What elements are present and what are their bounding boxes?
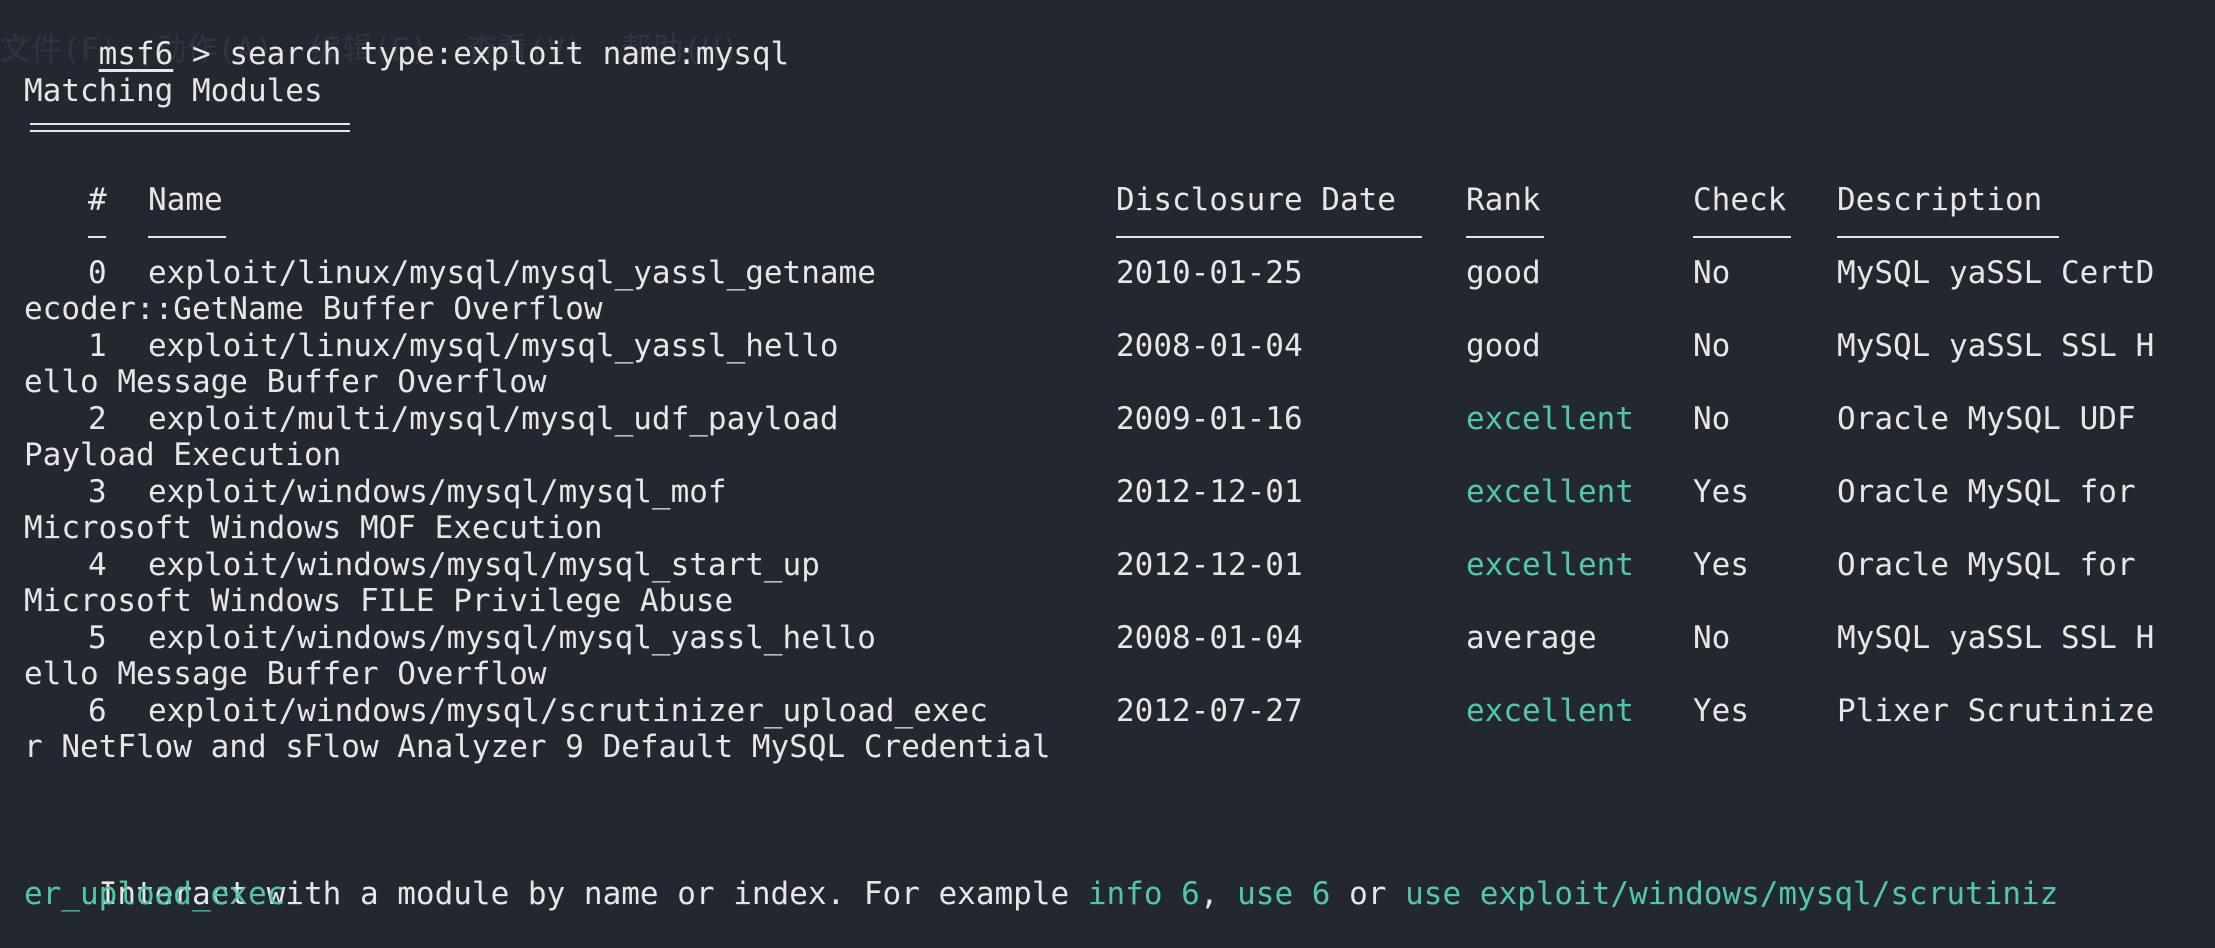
col-desc-underline — [1837, 236, 2059, 238]
row-check: No — [1693, 620, 1731, 656]
row-date: 2008-01-04 — [1116, 328, 1303, 364]
row-module-name: exploit/multi/mysql/mysql_udf_payload — [148, 401, 839, 437]
row-num: 4 — [88, 547, 107, 583]
row-rank: excellent — [1466, 401, 1634, 437]
row-description: MySQL yaSSL SSL H — [1837, 328, 2155, 364]
prompt-separator: > — [173, 36, 230, 72]
col-name: Name — [148, 182, 223, 218]
row-description: Oracle MySQL UDF — [1837, 401, 2136, 437]
row-description: Oracle MySQL for — [1837, 547, 2136, 583]
row-description-wrap: Payload Execution — [24, 437, 342, 473]
row-check: Yes — [1693, 693, 1749, 729]
command-line: msf6 > search type:exploit name:mysql — [24, 0, 790, 72]
command-text: search type:exploit name:mysql — [229, 36, 790, 72]
row-rank: excellent — [1466, 474, 1634, 510]
help-or: or — [1330, 876, 1406, 912]
row-description: Plixer Scrutinize — [1837, 693, 2155, 729]
row-num: 0 — [88, 255, 107, 291]
col-check-underline — [1693, 236, 1791, 238]
col-num-underline — [88, 236, 106, 238]
row-date: 2012-07-27 — [1116, 693, 1303, 729]
row-check: No — [1693, 255, 1731, 291]
row-description-wrap: ecoder::GetName Buffer Overflow — [24, 291, 603, 327]
heading-underline — [30, 123, 350, 132]
row-module-name: exploit/windows/mysql/mysql_mof — [148, 474, 727, 510]
help-line: Interact with a module by name or index.… — [24, 840, 2059, 912]
row-description: MySQL yaSSL SSL H — [1837, 620, 2155, 656]
row-description-wrap: Microsoft Windows MOF Execution — [24, 510, 603, 546]
row-rank: good — [1466, 255, 1541, 291]
row-module-name: exploit/windows/mysql/scrutinizer_upload… — [148, 693, 988, 729]
row-num: 6 — [88, 693, 107, 729]
row-description-wrap: ello Message Buffer Overflow — [24, 364, 547, 400]
col-date-underline — [1116, 236, 1422, 238]
row-description: MySQL yaSSL CertD — [1837, 255, 2155, 291]
prompt-name: msf6 — [98, 36, 174, 72]
terminal-window[interactable]: 文件(F) 动作(A) 编辑(E) 查看(V) 帮助(H) msf6 > sea… — [0, 0, 2215, 939]
row-rank: excellent — [1466, 547, 1634, 583]
row-num: 1 — [88, 328, 107, 364]
row-date: 2008-01-04 — [1116, 620, 1303, 656]
help-example-use: use 6 — [1237, 876, 1331, 912]
row-description-wrap: ello Message Buffer Overflow — [24, 656, 547, 692]
col-num: # — [88, 182, 107, 218]
row-date: 2010-01-25 — [1116, 255, 1303, 291]
row-date: 2009-01-16 — [1116, 401, 1303, 437]
row-check: Yes — [1693, 547, 1749, 583]
row-module-name: exploit/windows/mysql/mysql_start_up — [148, 547, 820, 583]
row-description: Oracle MySQL for — [1837, 474, 2136, 510]
row-rank: average — [1466, 620, 1597, 656]
row-date: 2012-12-01 — [1116, 474, 1303, 510]
row-num: 2 — [88, 401, 107, 437]
row-rank: good — [1466, 328, 1541, 364]
help-line-wrap: er_upload_exec — [24, 876, 286, 912]
row-num: 3 — [88, 474, 107, 510]
col-name-underline — [148, 236, 226, 238]
col-rank-underline — [1466, 236, 1544, 238]
col-desc: Description — [1837, 182, 2043, 218]
help-example-use-path: use exploit/windows/mysql/scrutiniz — [1405, 876, 2059, 912]
row-date: 2012-12-01 — [1116, 547, 1303, 583]
help-example-info: info 6 — [1087, 876, 1200, 912]
row-description-wrap: Microsoft Windows FILE Privilege Abuse — [24, 583, 734, 619]
row-check: No — [1693, 328, 1731, 364]
row-num: 5 — [88, 620, 107, 656]
section-heading: Matching Modules — [24, 73, 323, 109]
help-comma: , — [1199, 876, 1238, 912]
row-module-name: exploit/linux/mysql/mysql_yassl_hello — [148, 328, 839, 364]
row-module-name: exploit/windows/mysql/mysql_yassl_hello — [148, 620, 876, 656]
col-rank: Rank — [1466, 182, 1541, 218]
row-check: Yes — [1693, 474, 1749, 510]
col-check: Check — [1693, 182, 1787, 218]
col-date: Disclosure Date — [1116, 182, 1396, 218]
row-description-wrap: r NetFlow and sFlow Analyzer 9 Default M… — [24, 729, 1051, 765]
row-module-name: exploit/linux/mysql/mysql_yassl_getname — [148, 255, 876, 291]
row-check: No — [1693, 401, 1731, 437]
row-rank: excellent — [1466, 693, 1634, 729]
